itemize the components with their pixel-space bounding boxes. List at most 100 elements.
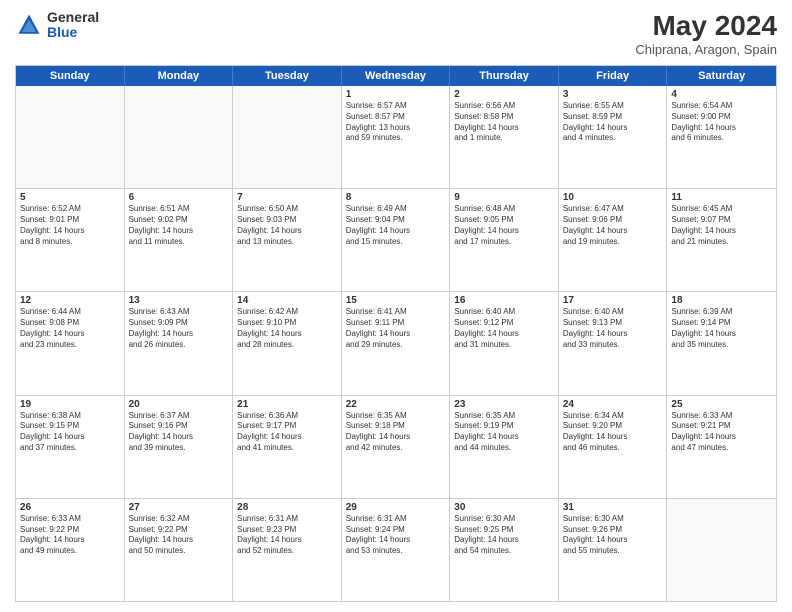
table-row: 18Sunrise: 6:39 AMSunset: 9:14 PMDayligh… — [667, 292, 776, 394]
title-block: May 2024 Chiprana, Aragon, Spain — [635, 10, 777, 57]
subtitle: Chiprana, Aragon, Spain — [635, 42, 777, 57]
day-number: 10 — [563, 192, 663, 203]
cell-info: Sunrise: 6:41 AMSunset: 9:11 PMDaylight:… — [346, 307, 446, 350]
table-row: 21Sunrise: 6:36 AMSunset: 9:17 PMDayligh… — [233, 396, 342, 498]
day-number: 9 — [454, 192, 554, 203]
week-row-4: 26Sunrise: 6:33 AMSunset: 9:22 PMDayligh… — [16, 499, 776, 601]
table-row: 29Sunrise: 6:31 AMSunset: 9:24 PMDayligh… — [342, 499, 451, 601]
cell-info: Sunrise: 6:45 AMSunset: 9:07 PMDaylight:… — [671, 204, 772, 247]
table-row: 27Sunrise: 6:32 AMSunset: 9:22 PMDayligh… — [125, 499, 234, 601]
table-row: 11Sunrise: 6:45 AMSunset: 9:07 PMDayligh… — [667, 189, 776, 291]
day-number: 23 — [454, 399, 554, 410]
cell-info: Sunrise: 6:52 AMSunset: 9:01 PMDaylight:… — [20, 204, 120, 247]
cell-info: Sunrise: 6:35 AMSunset: 9:18 PMDaylight:… — [346, 411, 446, 454]
week-row-2: 12Sunrise: 6:44 AMSunset: 9:08 PMDayligh… — [16, 292, 776, 395]
table-row — [233, 86, 342, 188]
table-row: 31Sunrise: 6:30 AMSunset: 9:26 PMDayligh… — [559, 499, 668, 601]
day-number: 19 — [20, 399, 120, 410]
table-row: 3Sunrise: 6:55 AMSunset: 8:59 PMDaylight… — [559, 86, 668, 188]
day-number: 25 — [671, 399, 772, 410]
cell-info: Sunrise: 6:33 AMSunset: 9:22 PMDaylight:… — [20, 514, 120, 557]
day-number: 27 — [129, 502, 229, 513]
day-number: 3 — [563, 89, 663, 100]
table-row: 15Sunrise: 6:41 AMSunset: 9:11 PMDayligh… — [342, 292, 451, 394]
logo-blue-text: Blue — [47, 25, 99, 40]
table-row: 26Sunrise: 6:33 AMSunset: 9:22 PMDayligh… — [16, 499, 125, 601]
day-number: 21 — [237, 399, 337, 410]
day-number: 28 — [237, 502, 337, 513]
day-number: 4 — [671, 89, 772, 100]
calendar: Sunday Monday Tuesday Wednesday Thursday… — [15, 65, 777, 602]
table-row: 5Sunrise: 6:52 AMSunset: 9:01 PMDaylight… — [16, 189, 125, 291]
table-row: 23Sunrise: 6:35 AMSunset: 9:19 PMDayligh… — [450, 396, 559, 498]
header: General Blue May 2024 Chiprana, Aragon, … — [15, 10, 777, 57]
header-saturday: Saturday — [667, 66, 776, 86]
cell-info: Sunrise: 6:54 AMSunset: 9:00 PMDaylight:… — [671, 101, 772, 144]
cell-info: Sunrise: 6:48 AMSunset: 9:05 PMDaylight:… — [454, 204, 554, 247]
table-row: 28Sunrise: 6:31 AMSunset: 9:23 PMDayligh… — [233, 499, 342, 601]
cell-info: Sunrise: 6:39 AMSunset: 9:14 PMDaylight:… — [671, 307, 772, 350]
cell-info: Sunrise: 6:40 AMSunset: 9:13 PMDaylight:… — [563, 307, 663, 350]
cell-info: Sunrise: 6:32 AMSunset: 9:22 PMDaylight:… — [129, 514, 229, 557]
day-number: 26 — [20, 502, 120, 513]
day-number: 24 — [563, 399, 663, 410]
table-row — [667, 499, 776, 601]
header-thursday: Thursday — [450, 66, 559, 86]
cell-info: Sunrise: 6:44 AMSunset: 9:08 PMDaylight:… — [20, 307, 120, 350]
cell-info: Sunrise: 6:35 AMSunset: 9:19 PMDaylight:… — [454, 411, 554, 454]
cell-info: Sunrise: 6:30 AMSunset: 9:25 PMDaylight:… — [454, 514, 554, 557]
day-number: 15 — [346, 295, 446, 306]
cell-info: Sunrise: 6:57 AMSunset: 8:57 PMDaylight:… — [346, 101, 446, 144]
day-number: 30 — [454, 502, 554, 513]
main-title: May 2024 — [635, 10, 777, 42]
table-row: 30Sunrise: 6:30 AMSunset: 9:25 PMDayligh… — [450, 499, 559, 601]
day-number: 6 — [129, 192, 229, 203]
table-row: 24Sunrise: 6:34 AMSunset: 9:20 PMDayligh… — [559, 396, 668, 498]
header-sunday: Sunday — [16, 66, 125, 86]
week-row-3: 19Sunrise: 6:38 AMSunset: 9:15 PMDayligh… — [16, 396, 776, 499]
day-number: 11 — [671, 192, 772, 203]
cell-info: Sunrise: 6:55 AMSunset: 8:59 PMDaylight:… — [563, 101, 663, 144]
cell-info: Sunrise: 6:47 AMSunset: 9:06 PMDaylight:… — [563, 204, 663, 247]
calendar-body: 1Sunrise: 6:57 AMSunset: 8:57 PMDaylight… — [16, 86, 776, 601]
table-row: 4Sunrise: 6:54 AMSunset: 9:00 PMDaylight… — [667, 86, 776, 188]
day-number: 8 — [346, 192, 446, 203]
day-number: 18 — [671, 295, 772, 306]
logo-icon — [15, 11, 43, 39]
day-number: 29 — [346, 502, 446, 513]
logo-text: General Blue — [47, 10, 99, 41]
cell-info: Sunrise: 6:37 AMSunset: 9:16 PMDaylight:… — [129, 411, 229, 454]
cell-info: Sunrise: 6:51 AMSunset: 9:02 PMDaylight:… — [129, 204, 229, 247]
table-row: 14Sunrise: 6:42 AMSunset: 9:10 PMDayligh… — [233, 292, 342, 394]
header-wednesday: Wednesday — [342, 66, 451, 86]
table-row: 17Sunrise: 6:40 AMSunset: 9:13 PMDayligh… — [559, 292, 668, 394]
cell-info: Sunrise: 6:31 AMSunset: 9:24 PMDaylight:… — [346, 514, 446, 557]
cell-info: Sunrise: 6:56 AMSunset: 8:58 PMDaylight:… — [454, 101, 554, 144]
table-row — [16, 86, 125, 188]
cell-info: Sunrise: 6:50 AMSunset: 9:03 PMDaylight:… — [237, 204, 337, 247]
logo-general-text: General — [47, 10, 99, 25]
week-row-0: 1Sunrise: 6:57 AMSunset: 8:57 PMDaylight… — [16, 86, 776, 189]
table-row: 13Sunrise: 6:43 AMSunset: 9:09 PMDayligh… — [125, 292, 234, 394]
day-number: 2 — [454, 89, 554, 100]
cell-info: Sunrise: 6:42 AMSunset: 9:10 PMDaylight:… — [237, 307, 337, 350]
cell-info: Sunrise: 6:40 AMSunset: 9:12 PMDaylight:… — [454, 307, 554, 350]
header-tuesday: Tuesday — [233, 66, 342, 86]
week-row-1: 5Sunrise: 6:52 AMSunset: 9:01 PMDaylight… — [16, 189, 776, 292]
cell-info: Sunrise: 6:36 AMSunset: 9:17 PMDaylight:… — [237, 411, 337, 454]
day-number: 12 — [20, 295, 120, 306]
day-number: 1 — [346, 89, 446, 100]
table-row: 1Sunrise: 6:57 AMSunset: 8:57 PMDaylight… — [342, 86, 451, 188]
cell-info: Sunrise: 6:38 AMSunset: 9:15 PMDaylight:… — [20, 411, 120, 454]
table-row: 8Sunrise: 6:49 AMSunset: 9:04 PMDaylight… — [342, 189, 451, 291]
cell-info: Sunrise: 6:33 AMSunset: 9:21 PMDaylight:… — [671, 411, 772, 454]
table-row: 12Sunrise: 6:44 AMSunset: 9:08 PMDayligh… — [16, 292, 125, 394]
day-number: 16 — [454, 295, 554, 306]
day-number: 20 — [129, 399, 229, 410]
table-row: 25Sunrise: 6:33 AMSunset: 9:21 PMDayligh… — [667, 396, 776, 498]
day-number: 7 — [237, 192, 337, 203]
table-row: 19Sunrise: 6:38 AMSunset: 9:15 PMDayligh… — [16, 396, 125, 498]
table-row: 7Sunrise: 6:50 AMSunset: 9:03 PMDaylight… — [233, 189, 342, 291]
cell-info: Sunrise: 6:49 AMSunset: 9:04 PMDaylight:… — [346, 204, 446, 247]
table-row: 6Sunrise: 6:51 AMSunset: 9:02 PMDaylight… — [125, 189, 234, 291]
